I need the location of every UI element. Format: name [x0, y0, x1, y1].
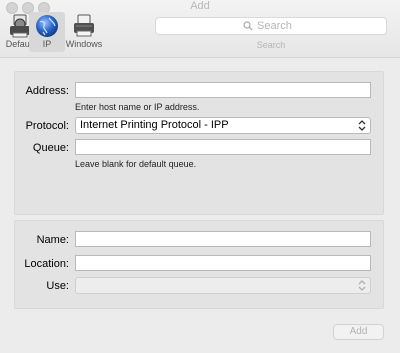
queue-input[interactable]	[76, 143, 370, 157]
use-label: Use:	[46, 280, 69, 292]
name-input[interactable]	[76, 235, 370, 249]
window-titlebar: Add Default IP Windows Search Search	[0, 0, 400, 58]
add-button[interactable]: Add	[333, 324, 384, 340]
toolbar-ip-tab[interactable]: IP	[29, 12, 65, 52]
location-field[interactable]	[75, 255, 371, 273]
chevron-updown-icon	[358, 280, 366, 291]
search-field[interactable]	[155, 17, 387, 35]
chevron-updown-icon	[358, 120, 366, 131]
search-icon	[243, 21, 253, 31]
search-caption: Search	[256, 40, 286, 50]
printer-info-panel: Name: Location: Use:	[14, 220, 384, 309]
globe-icon	[36, 15, 58, 37]
address-hint: Enter host name or IP address.	[75, 102, 200, 112]
windows-printer-icon	[74, 14, 94, 37]
location-label: Location:	[24, 258, 69, 270]
protocol-label: Protocol:	[25, 120, 69, 132]
search-input[interactable]	[257, 18, 377, 34]
queue-label: Queue:	[32, 142, 69, 154]
name-field[interactable]	[75, 231, 371, 249]
queue-hint: Leave blank for default queue.	[75, 159, 197, 169]
toolbar-windows-tab[interactable]: Windows	[64, 12, 104, 52]
name-label: Name:	[36, 234, 69, 246]
connection-panel: Address: Enter host name or IP address. …	[14, 71, 384, 215]
address-label: Address:	[25, 85, 69, 97]
queue-field[interactable]	[75, 139, 371, 157]
protocol-select[interactable]: Internet Printing Protocol - IPP	[75, 117, 371, 134]
use-select[interactable]	[75, 277, 371, 294]
toolbar-ip-label: IP	[42, 39, 52, 49]
address-field[interactable]	[75, 82, 371, 100]
address-input[interactable]	[76, 86, 370, 100]
window-title: Add	[190, 0, 210, 12]
protocol-value: Internet Printing Protocol - IPP	[80, 119, 229, 131]
location-input[interactable]	[76, 259, 370, 273]
toolbar-windows-label: Windows	[65, 39, 103, 49]
